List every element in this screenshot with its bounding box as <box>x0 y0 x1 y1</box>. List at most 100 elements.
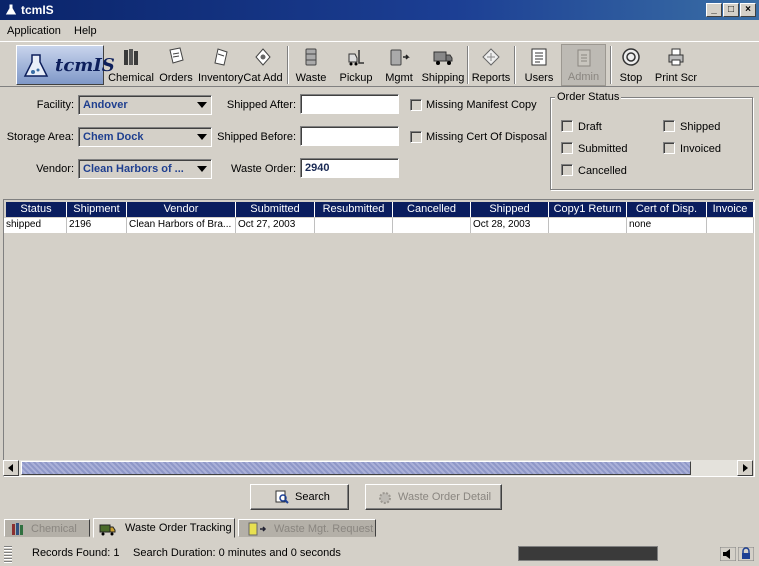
storage-area-label: Storage Area: <box>6 131 74 143</box>
cell-resubmitted <box>315 218 393 233</box>
records-found-text: Records Found: 1 <box>32 547 120 559</box>
status-shipped-label: Shipped <box>680 121 721 133</box>
inventory-button[interactable]: Inventory <box>198 44 243 86</box>
truck-icon <box>433 51 453 65</box>
admin-button[interactable]: Admin <box>561 44 606 86</box>
column-header-status[interactable]: Status <box>6 202 67 217</box>
tab-waste-mgt-request[interactable]: Waste Mgt. Request <box>238 519 376 537</box>
cell-submitted: Oct 27, 2003 <box>236 218 315 233</box>
waste-drum-icon <box>305 48 317 66</box>
status-shipped-checkbox[interactable] <box>663 120 675 132</box>
toolbar-separator <box>514 46 516 84</box>
status-bar: Records Found: 1 Search Duration: 0 minu… <box>0 542 759 566</box>
close-button[interactable]: × <box>740 3 756 17</box>
stop-button[interactable]: Stop <box>614 44 648 86</box>
status-submitted-checkbox[interactable] <box>561 142 573 154</box>
missing-manifest-checkbox[interactable] <box>410 99 422 111</box>
status-cancelled-checkbox[interactable] <box>561 164 573 176</box>
scroll-left-button[interactable] <box>3 460 19 476</box>
scrollbar-thumb[interactable] <box>21 461 691 475</box>
pickup-button[interactable]: Pickup <box>335 44 377 86</box>
reports-button[interactable]: Reports <box>471 44 511 86</box>
cell-shipment: 2196 <box>67 218 127 233</box>
column-header-cert-of-disposal[interactable]: Cert of Disp. <box>627 202 707 217</box>
waste-order-label: Waste Order: <box>231 163 296 175</box>
print-screen-button[interactable]: Print Scr <box>652 44 700 86</box>
maximize-button[interactable]: □ <box>723 3 739 17</box>
detail-gear-icon <box>379 492 391 504</box>
orders-button[interactable]: Orders <box>156 44 196 86</box>
column-header-shipped[interactable]: Shipped <box>471 202 549 217</box>
missing-manifest-label: Missing Manifest Copy <box>426 99 537 111</box>
column-header-vendor[interactable]: Vendor <box>127 202 236 217</box>
inventory-icon <box>214 48 228 66</box>
column-header-submitted[interactable]: Submitted <box>236 202 315 217</box>
waste-order-input[interactable]: 2940 <box>300 158 399 178</box>
chevron-down-icon <box>197 166 207 172</box>
arrow-right-icon <box>743 464 748 472</box>
cat-add-button[interactable]: Cat Add <box>242 44 284 86</box>
chemical-button[interactable]: Chemical <box>108 44 154 86</box>
storage-area-select[interactable]: Chem Dock <box>78 127 212 147</box>
menu-application[interactable]: Application <box>7 25 61 37</box>
search-icon <box>275 490 289 504</box>
cell-status: shipped <box>4 218 67 233</box>
forklift-icon <box>348 50 364 66</box>
menu-help[interactable]: Help <box>74 25 97 37</box>
status-draft-label: Draft <box>578 121 602 133</box>
status-invoiced-label: Invoiced <box>680 143 721 155</box>
facility-select[interactable]: Andover <box>78 95 212 115</box>
minimize-button[interactable]: _ <box>706 3 722 17</box>
waste-order-detail-button[interactable]: Waste Order Detail <box>365 484 502 510</box>
reports-icon <box>482 48 500 66</box>
tcmis-logo: tcmIS <box>16 45 115 85</box>
resize-grip <box>4 546 12 564</box>
status-draft-checkbox[interactable] <box>561 120 573 132</box>
users-button[interactable]: Users <box>519 44 559 86</box>
column-header-copy1-return[interactable]: Copy1 Return <box>549 202 627 217</box>
title-bar: tcmIS _ □ × <box>0 0 759 20</box>
menu-bar: Application Help <box>0 22 759 40</box>
column-header-cancelled[interactable]: Cancelled <box>393 202 471 217</box>
tab-waste-order-tracking[interactable]: Waste Order Tracking <box>93 518 235 538</box>
cell-invoice <box>707 218 754 233</box>
lock-icon <box>738 547 754 561</box>
speaker-icon <box>720 547 736 561</box>
cell-cancelled <box>393 218 471 233</box>
column-header-invoice[interactable]: Invoice <box>707 202 754 217</box>
arrow-left-icon <box>8 464 13 472</box>
shipping-button[interactable]: Shipping <box>421 44 465 86</box>
admin-icon <box>577 49 590 67</box>
missing-cert-checkbox[interactable] <box>410 131 422 143</box>
horizontal-scrollbar[interactable] <box>3 460 753 476</box>
progress-bar <box>518 546 658 561</box>
shipped-before-label: Shipped Before: <box>217 131 296 143</box>
truck-icon <box>99 524 116 536</box>
shipped-before-input[interactable] <box>300 126 399 146</box>
search-button[interactable]: Search <box>250 484 349 510</box>
printer-icon <box>668 48 684 66</box>
facility-label: Facility: <box>36 99 74 111</box>
drum-arrow-icon <box>390 49 410 66</box>
cell-copy1-return <box>549 218 627 233</box>
stop-icon <box>622 48 640 66</box>
column-header-shipment[interactable]: Shipment <box>67 202 127 217</box>
shipped-after-input[interactable] <box>300 94 399 114</box>
mgmt-button[interactable]: Mgmt <box>380 44 418 86</box>
scroll-right-button[interactable] <box>737 460 753 476</box>
cell-cert-of-disposal: none <box>627 218 707 233</box>
toolbar-separator <box>287 46 289 84</box>
column-header-resubmitted[interactable]: Resubmitted <box>315 202 393 217</box>
table-row[interactable]: shipped 2196 Clean Harbors of Bra... Oct… <box>4 218 754 233</box>
status-cancelled-label: Cancelled <box>578 165 627 177</box>
books-icon <box>124 49 138 65</box>
waste-button[interactable]: Waste <box>292 44 330 86</box>
drum-arrow-icon <box>248 522 267 536</box>
search-duration-text: Search Duration: 0 minutes and 0 seconds <box>133 547 341 559</box>
orders-icon <box>169 47 184 64</box>
results-table[interactable]: Status Shipment Vendor Submitted Resubmi… <box>3 199 755 477</box>
vendor-select[interactable]: Clean Harbors of ... <box>78 159 212 179</box>
users-icon <box>531 48 547 66</box>
tab-chemical[interactable]: Chemical <box>4 519 90 537</box>
status-invoiced-checkbox[interactable] <box>663 142 675 154</box>
